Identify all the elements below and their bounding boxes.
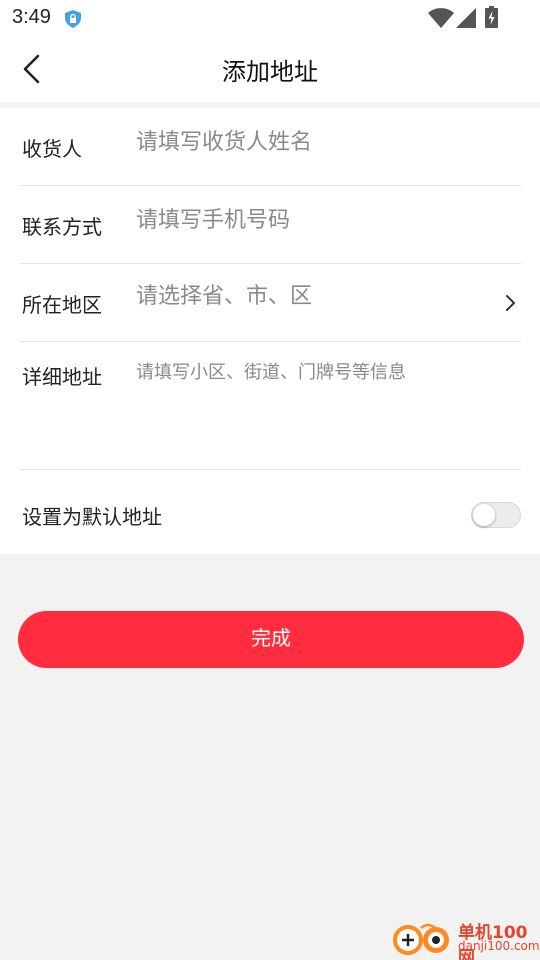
region-label: 所在地区 — [22, 293, 102, 317]
phone-row: 联系方式 — [0, 186, 540, 264]
default-address-row: 设置为默认地址 — [0, 470, 540, 554]
recipient-row: 收货人 — [0, 108, 540, 186]
status-time: 3:49 — [12, 6, 51, 28]
battery-icon — [485, 6, 498, 28]
detail-address-input[interactable] — [136, 362, 496, 383]
detail-address-row: 详细地址 — [0, 342, 540, 470]
address-form: 收货人 联系方式 所在地区 详细地址 设置为默认地址 — [0, 108, 540, 554]
watermark-url: danji100.com — [458, 939, 540, 953]
signal-icon — [456, 8, 476, 28]
recipient-name-input[interactable] — [136, 130, 496, 155]
region-select[interactable] — [136, 284, 486, 309]
toggle-knob — [473, 504, 495, 526]
detail-address-label: 详细地址 — [22, 365, 102, 389]
status-bar: 3:49 — [0, 0, 540, 36]
watermark-logo-icon — [393, 923, 449, 955]
watermark: 单机100网 danji100.com — [388, 914, 540, 960]
header: 添加地址 — [0, 36, 540, 102]
wifi-icon — [428, 8, 454, 28]
default-address-toggle[interactable] — [471, 502, 521, 528]
complete-button[interactable]: 完成 — [18, 611, 524, 668]
recipient-label: 收货人 — [22, 137, 82, 161]
add-address-page: 3:49 添加地址 收货人 联系方式 — [0, 0, 540, 960]
region-row[interactable]: 所在地区 — [0, 264, 540, 342]
chevron-right-icon[interactable] — [500, 291, 520, 315]
phone-input[interactable] — [136, 208, 496, 233]
page-title: 添加地址 — [222, 58, 318, 86]
default-address-label: 设置为默认地址 — [22, 505, 162, 529]
shield-icon — [65, 10, 81, 28]
phone-label: 联系方式 — [22, 215, 102, 239]
